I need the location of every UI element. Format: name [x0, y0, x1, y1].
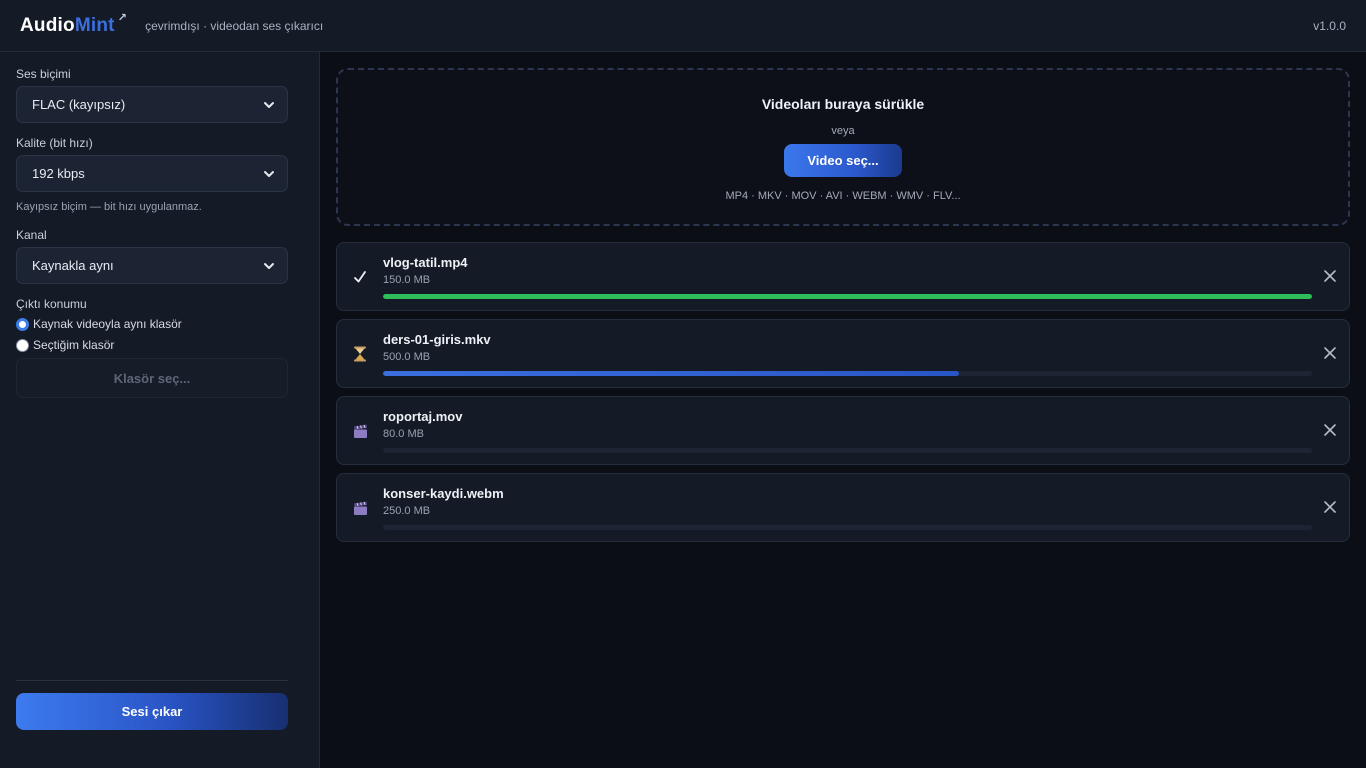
file-size: 80.0 MB [383, 428, 424, 440]
channel-label: Kanal [16, 228, 47, 242]
sidebar-divider [16, 680, 288, 681]
output-radio-same-label: Kaynak videoyla aynı klasör [33, 317, 182, 331]
output-radio-custom-label: Seçtiğim klasör [33, 338, 115, 352]
video-dropzone[interactable]: Videoları buraya sürükle veya Video seç.… [336, 68, 1350, 226]
output-label: Çıktı konumu [16, 297, 87, 311]
chevron-down-icon [264, 101, 274, 108]
app-version: v1.0.0 [1313, 18, 1346, 33]
app-header: Audio Mint ↗ çevrimdışı · videodan ses çık… [0, 0, 1366, 52]
file-name: ders-01-giris.mkv [383, 332, 491, 347]
quality-hint: Kayıpsız biçim — bit hızı uygulanmaz. [16, 201, 202, 213]
close-icon[interactable] [1323, 269, 1337, 283]
extract-audio-button[interactable]: Sesi çıkar [16, 693, 288, 730]
close-icon[interactable] [1323, 500, 1337, 514]
clapper-icon [351, 422, 369, 440]
file-size: 250.0 MB [383, 505, 431, 517]
format-label: Ses biçimi [16, 67, 71, 81]
choose-video-button[interactable]: Video seç... [784, 144, 902, 177]
file-item: ders-01-giris.mkv 500.0 MB [336, 319, 1350, 388]
radio-button[interactable] [16, 338, 29, 352]
format-select[interactable]: FLAC (kayıpsız) [16, 86, 288, 123]
choose-folder-button[interactable]: Klasör seç... [16, 358, 288, 398]
app-logo: Audio Mint ↗ [20, 12, 127, 37]
app-tagline: çevrimdışı · videodan ses çıkarıcı [145, 18, 324, 33]
progress-bar [383, 371, 1312, 376]
main-panel: Videoları buraya sürükle veya Video seç.… [320, 52, 1366, 768]
close-icon[interactable] [1323, 423, 1337, 437]
file-name: konser-kaydi.webm [383, 486, 504, 501]
file-size: 150.0 MB [383, 274, 431, 286]
file-item: roportaj.mov 80.0 MB [336, 396, 1350, 465]
dropzone-or: veya [831, 125, 855, 137]
logo-text-mint: Mint [74, 14, 115, 36]
format-select-value: FLAC (kayıpsız) [32, 97, 126, 112]
dropzone-title: Videoları buraya sürükle [761, 96, 925, 112]
progress-fill [383, 294, 1312, 299]
file-name: roportaj.mov [383, 409, 463, 424]
progress-bar [383, 448, 1312, 453]
check-icon [351, 268, 369, 286]
file-item: vlog-tatil.mp4 150.0 MB [336, 242, 1350, 311]
channel-select[interactable]: Kaynakla aynı [16, 247, 288, 284]
output-radio-same[interactable]: Kaynak videoyla aynı klasör [16, 317, 182, 331]
quality-label: Kalite (bit hızı) [16, 136, 93, 150]
hourglass-icon [351, 345, 369, 363]
close-icon[interactable] [1323, 346, 1337, 360]
channel-select-value: Kaynakla aynı [32, 258, 114, 273]
progress-fill [383, 371, 959, 376]
file-name: vlog-tatil.mp4 [383, 255, 468, 270]
chevron-down-icon [264, 170, 274, 177]
progress-bar [383, 525, 1312, 530]
quality-select[interactable]: 192 kbps [16, 155, 288, 192]
supported-formats: MP4 · MKV · MOV · AVI · WEBM · WMV · FLV… [725, 190, 961, 202]
radio-button-checked[interactable] [16, 317, 29, 331]
file-item: konser-kaydi.webm 250.0 MB [336, 473, 1350, 542]
file-size: 500.0 MB [383, 351, 431, 363]
output-radio-custom[interactable]: Seçtiğim klasör [16, 338, 114, 352]
quality-select-value: 192 kbps [32, 166, 85, 181]
settings-sidebar: Ses biçimi FLAC (kayıpsız) Kalite (bit h… [0, 52, 320, 768]
clapper-icon [351, 499, 369, 517]
progress-bar [383, 294, 1312, 299]
chevron-down-icon [264, 262, 274, 269]
logo-text-audio: Audio [20, 14, 75, 36]
sparkle-icon: ↗ [117, 11, 128, 24]
